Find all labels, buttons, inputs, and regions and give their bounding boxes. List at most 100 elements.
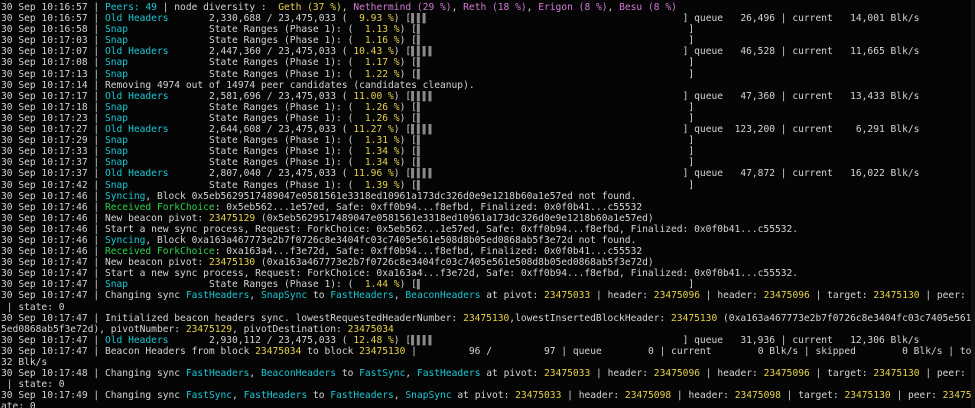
log-segment-default: ,lowestInsertedBlockHeader:: [509, 312, 672, 324]
log-segment-default: 2,330,688 / 23,475,033 (: [168, 13, 354, 25]
log-line: 32 Blk/s: [1, 357, 975, 368]
log-segment-default: 30 Sep 10:17:48 | Changing sync: [1, 368, 186, 380]
log-segment-default: ]: [422, 279, 695, 291]
log-segment-default: 2,447,360 / 23,475,033 (: [168, 46, 354, 58]
log-segment-default: | target:: [809, 290, 874, 302]
log-segment-default: 30 Sep 10:17:47 |: [1, 279, 105, 291]
log-segment-default: ] queue 47,360 | current 13,433 Blk/s: [434, 90, 920, 102]
log-segment-yellow: 11.27 %: [353, 124, 394, 136]
log-segment-default: 30 Sep 10:17:46 |: [1, 246, 105, 258]
log-line: 30 Sep 10:17:03 | Snap State Ranges (Pha…: [1, 35, 975, 46]
log-segment-cyan: Snap: [104, 68, 129, 80]
log-segment-default: ]: [422, 101, 695, 113]
log-segment-default: 2,644,608 / 23,475,033 (: [168, 124, 354, 136]
log-segment-default: | peer:: [890, 390, 943, 402]
log-line: 30 Sep 10:17:18 | Snap State Ranges (Pha…: [1, 102, 975, 113]
log-segment-bar: ▌▌▌▌: [411, 334, 435, 346]
log-segment-default: ) [: [393, 334, 412, 346]
terminal-output[interactable]: 30 Sep 10:16:57 | Peers: 49 | node diver…: [0, 0, 975, 408]
log-segment-default: ]: [422, 57, 695, 69]
log-line: 30 Sep 10:17:13 | Snap State Ranges (Pha…: [1, 69, 975, 80]
log-segment-default: 5ed0868ab5f3e72d), pivotNumber:: [1, 323, 186, 335]
log-segment-default: ]: [422, 112, 695, 124]
log-segment-default: ] queue 47,872 | current 16,022 Blk/s: [434, 168, 920, 180]
log-segment-green: Received ForkChoice: [104, 201, 215, 213]
log-segment-bar: ▌▌▌▌: [411, 168, 435, 180]
log-segment-default: 30 Sep 10:17:47 | Beacon Headers from bl…: [1, 345, 256, 357]
log-segment-yellow: 23475034: [347, 323, 394, 335]
log-segment-cyan: BeaconHeaders: [260, 368, 337, 380]
log-segment-magenta: Erigon (8 %): [538, 2, 608, 13]
log-segment-default: ) [: [399, 146, 417, 158]
log-segment-default: 30 Sep 10:17:13 |: [1, 68, 105, 80]
log-segment-default: | state: 0: [1, 379, 65, 391]
log-segment-default: 30 Sep 10:17:08 |: [1, 57, 105, 69]
log-line: 30 Sep 10:17:17 | Old Headers 2,581,696 …: [1, 91, 975, 102]
log-segment-default: ) [: [393, 13, 412, 25]
log-segment-bar: ▌▌▌▌: [411, 124, 435, 136]
log-segment-default: 30 Sep 10:17:03 |: [1, 35, 105, 47]
log-segment-default: 30 Sep 10:17:23 |: [1, 112, 105, 124]
log-segment-default: | peer:: [919, 368, 972, 380]
log-segment-default: 30 Sep 10:17:37 |: [1, 157, 105, 169]
log-segment-default: 30 Sep 10:17:27 |: [1, 124, 105, 136]
log-segment-cyan: Snap: [104, 179, 129, 191]
log-segment-default: ) [: [393, 124, 412, 136]
log-segment-cyan: Snap: [104, 279, 129, 291]
log-segment-default: 30 Sep 10:16:57 |: [1, 13, 105, 25]
log-segment-default: ,: [526, 2, 539, 13]
log-segment-default: at pivot:: [480, 290, 545, 302]
log-segment-default: , Block 0xa163a467773e2b7f0726c8e3404fc0…: [145, 234, 637, 246]
log-segment-default: ) [: [399, 112, 417, 124]
log-segment-default: State Ranges (Phase 1): (: [128, 179, 365, 191]
log-segment-yellow: 11.00 %: [353, 90, 394, 102]
log-segment-yellow: 23475130: [844, 390, 891, 402]
log-segment-cyan: Old Headers: [104, 13, 169, 25]
log-segment-default: | target:: [780, 390, 845, 402]
log-segment-default: State Ranges (Phase 1): (: [128, 57, 360, 69]
log-segment-default: 30 Sep 10:17:33 |: [1, 146, 105, 158]
log-segment-cyan: Snap: [104, 35, 129, 47]
log-segment-yellow: 23475033: [544, 368, 591, 380]
log-segment-default: ) [: [399, 135, 417, 147]
terminal-scrollbar[interactable]: [971, 0, 975, 408]
log-segment-cyan: FastHeaders: [330, 290, 394, 302]
log-segment-default: ) [: [393, 90, 412, 102]
log-segment-default: ) [: [399, 101, 417, 113]
log-line: 30 Sep 10:17:47 | Changing sync FastHead…: [1, 290, 975, 301]
log-segment-cyan: SnapSync: [405, 390, 452, 402]
log-segment-yellow: 23475034: [255, 345, 302, 357]
log-line: 30 Sep 10:16:57 | Old Headers 2,330,688 …: [1, 13, 975, 24]
log-segment-magenta: Nethermind (29 %): [353, 2, 452, 13]
log-segment-yellow: 10.43 %: [353, 46, 394, 58]
log-segment-default: at pivot:: [451, 390, 516, 402]
log-segment-default: , pivotDestination:: [232, 323, 348, 335]
log-line: 30 Sep 10:16:57 | Peers: 49 | node diver…: [1, 2, 975, 13]
log-segment-default: to: [336, 368, 360, 380]
log-segment-default: 30 Sep 10:17:37 |: [1, 168, 105, 180]
log-segment-cyan: Old Headers: [104, 168, 169, 180]
log-segment-default: 30 Sep 10:17:47 | Changing sync: [1, 290, 186, 302]
log-segment-yellow: 23475130: [208, 257, 256, 269]
log-segment-default: ]: [422, 135, 695, 147]
log-segment-cyan: Snap: [104, 57, 129, 69]
log-segment-default: | header:: [561, 390, 625, 402]
log-segment-default: State Ranges (Phase 1): (: [128, 112, 365, 124]
log-segment-default: 30 Sep 10:17:46 |: [1, 190, 105, 202]
log-segment-cyan: FastHeaders: [416, 368, 481, 380]
log-segment-default: ] queue 26,496 | current 14,001 Blk/s: [428, 13, 920, 25]
log-line: 30 Sep 10:17:47 | Beacon Headers from bl…: [1, 346, 975, 357]
log-segment-yellow: 23475130: [671, 312, 718, 324]
log-line: | state: 0: [1, 302, 975, 313]
log-line: 30 Sep 10:17:46 | Received ForkChoice: 0…: [1, 246, 975, 257]
log-segment-default: 30 Sep 10:17:47 |: [1, 334, 105, 346]
log-segment-yellow: 1.26 %: [364, 101, 400, 113]
log-segment-default: ] queue 46,528 | current 11,665 Blk/s: [434, 46, 920, 58]
log-segment-default: ,: [607, 2, 620, 13]
log-segment-cyan: Syncing: [104, 234, 146, 246]
log-line: 30 Sep 10:16:58 | Snap State Ranges (Pha…: [1, 24, 975, 35]
log-segment-default: | state: 0: [1, 301, 65, 313]
log-segment-default: (0xa163a467773e2b7f0726c8e3404fc03c7405e…: [723, 312, 975, 324]
log-segment-default: State Ranges (Phase 1): (: [128, 135, 365, 147]
log-segment-default: ,: [341, 2, 354, 13]
